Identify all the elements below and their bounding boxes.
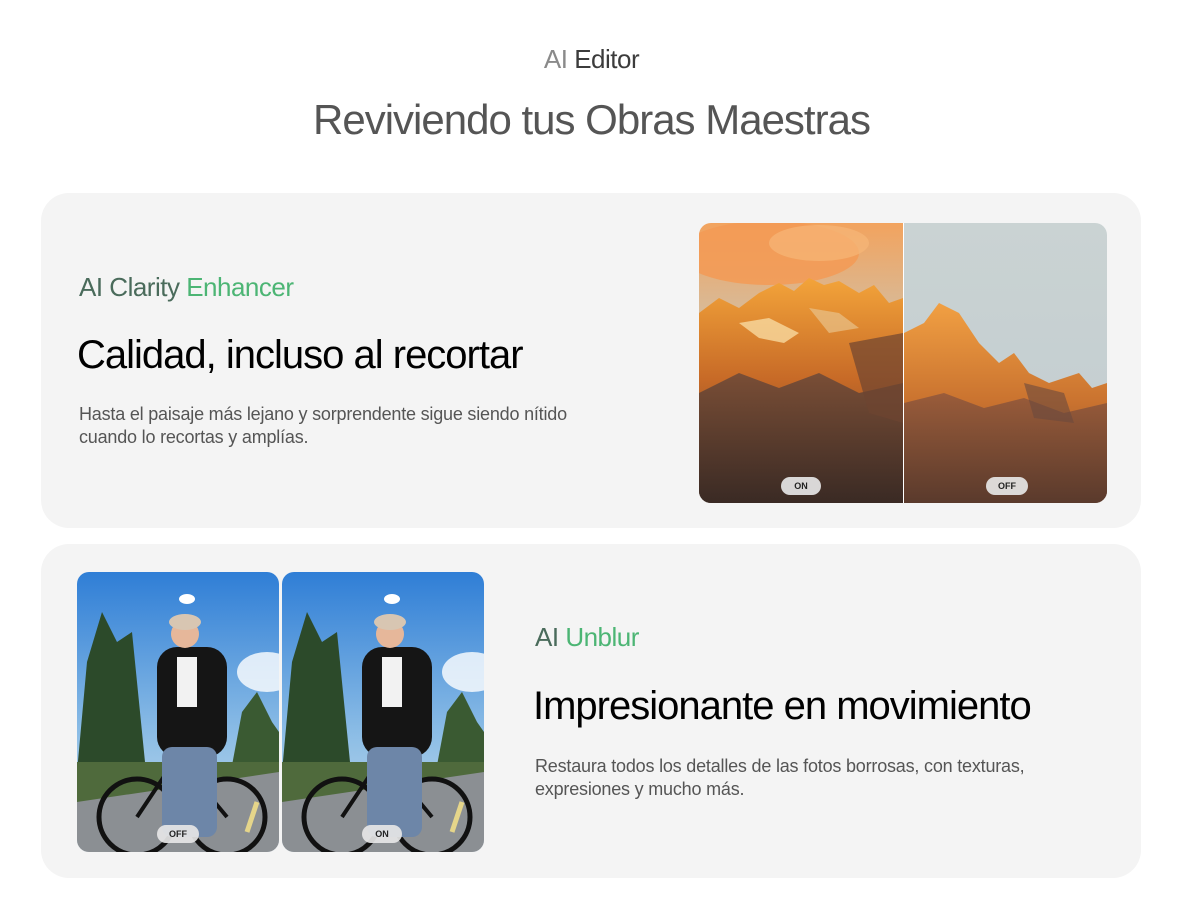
- on-toggle-label[interactable]: ON: [781, 477, 821, 495]
- feature-tag-prefix: AI Clarity: [79, 272, 180, 302]
- feature-tag-highlight: Enhancer: [186, 272, 294, 302]
- off-toggle-label[interactable]: OFF: [157, 825, 199, 843]
- feature-title: Impresionante en movimiento: [533, 684, 1032, 728]
- page-headline: Reviviendo tus Obras Maestras: [313, 96, 871, 143]
- feature-tag: AI Clarity Enhancer: [79, 272, 294, 303]
- feature-tag-prefix: AI: [535, 622, 559, 652]
- feature-description: Restaura todos los detalles de las fotos…: [535, 756, 1025, 799]
- mountain-comparison-image: ON OFF: [699, 223, 1107, 503]
- cyclist-blurred-image: OFF: [77, 572, 279, 852]
- feature-tag: AI Unblur: [535, 622, 639, 653]
- off-toggle-label[interactable]: OFF: [986, 477, 1028, 495]
- eyebrow-editor: Editor: [574, 44, 640, 74]
- feature-card-unblur: OFF ON AI Unblur Impresionante en movimi…: [41, 544, 1141, 878]
- mountain-original-image: [904, 223, 1107, 503]
- eyebrow-ai: AI: [543, 44, 568, 74]
- feature-tag-highlight: Unblur: [565, 622, 639, 652]
- feature-description: Hasta el paisaje más lejano y sorprenden…: [79, 404, 567, 447]
- feature-title: Calidad, incluso al recortar: [77, 333, 524, 377]
- on-toggle-label[interactable]: ON: [362, 825, 402, 843]
- mountain-enhanced-image: [699, 223, 903, 503]
- section-eyebrow: AI Editor: [0, 44, 1183, 75]
- cyclist-unblurred-image: ON: [282, 572, 484, 852]
- feature-card-clarity-enhancer: AI Clarity Enhancer Calidad, incluso al …: [41, 193, 1141, 528]
